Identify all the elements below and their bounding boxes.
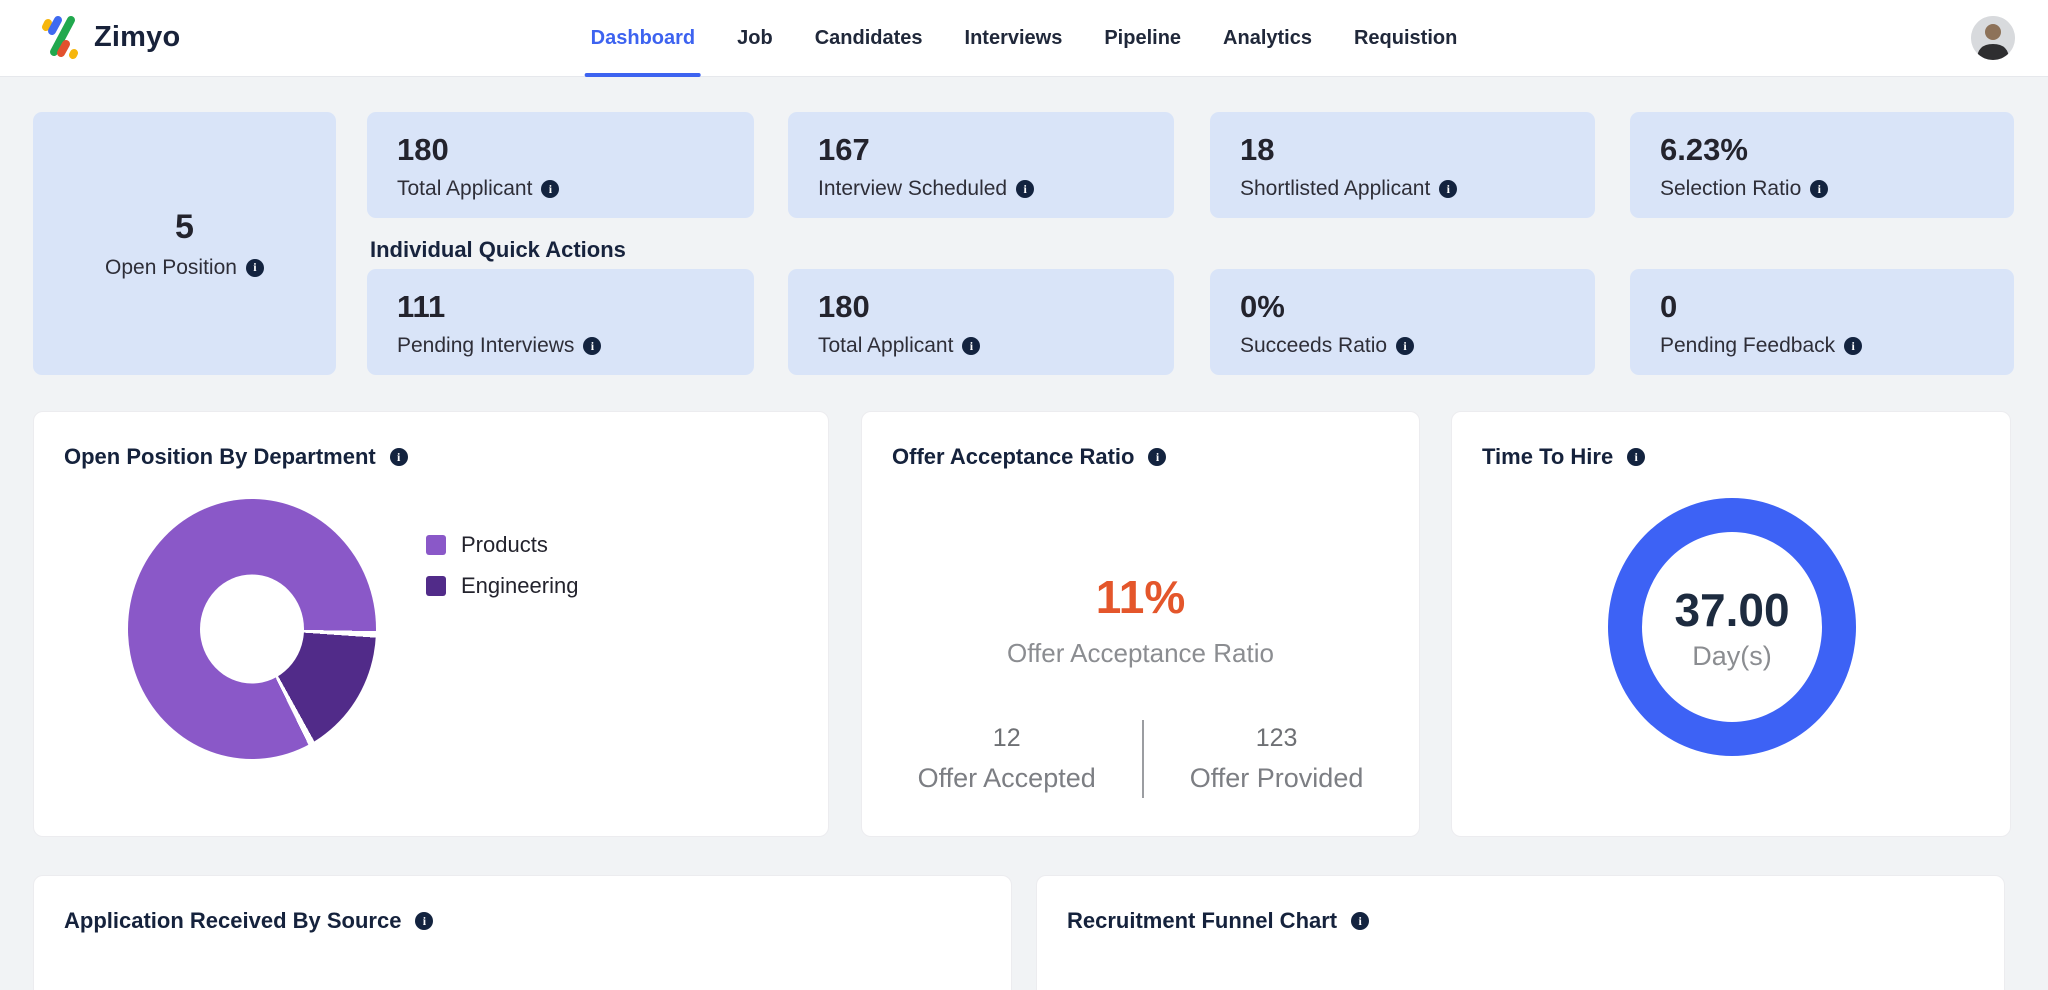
info-icon[interactable]: i <box>1351 912 1370 930</box>
offer-acceptance-sublabel: Offer Acceptance Ratio <box>1007 638 1274 668</box>
offer-accepted-stat: 12 Offer Accepted <box>918 724 1096 794</box>
offer-accepted-value: 12 <box>992 724 1021 752</box>
time-to-hire-unit: Day(s) <box>1692 640 1772 671</box>
tab-dashboard[interactable]: Dashboard <box>584 0 702 77</box>
legend-label: Products <box>461 532 548 557</box>
stat-value: 0% <box>1240 289 1285 324</box>
stat-card-succeeds-ratio[interactable]: 0% Succeeds Ratio i <box>1210 269 1595 375</box>
tab-pipeline[interactable]: Pipeline <box>1104 0 1181 77</box>
panel-title: Offer Acceptance Ratio <box>892 444 1135 469</box>
stat-card-total-applicant-2[interactable]: 180 Total Applicant i <box>788 269 1174 375</box>
application-received-by-source-panel: Application Received By Source i <box>33 875 1012 990</box>
stat-label: Shortlisted Applicant <box>1240 177 1431 200</box>
stat-card-interview-scheduled[interactable]: 167 Interview Scheduled i <box>788 112 1174 218</box>
tab-candidates[interactable]: Candidates <box>815 0 923 77</box>
stat-card-selection-ratio[interactable]: 6.23% Selection Ratio i <box>1630 112 2014 218</box>
info-icon[interactable]: i <box>245 258 264 277</box>
stat-label: Total Applicant <box>818 334 954 357</box>
tab-requistion[interactable]: Requistion <box>1354 0 1457 77</box>
offer-provided-value: 123 <box>1255 724 1298 752</box>
info-icon[interactable]: i <box>1810 180 1829 198</box>
open-position-by-department-panel: Open Position By Department i Products E… <box>33 411 829 837</box>
stat-label: Interview Scheduled <box>818 177 1008 200</box>
stat-card-pending-feedback[interactable]: 0 Pending Feedback i <box>1630 269 2014 375</box>
legend-item-products[interactable]: Products <box>426 532 578 558</box>
quick-actions-heading: Individual Quick Actions <box>370 237 626 262</box>
legend-swatch-engineering <box>426 576 446 596</box>
panel-title: Application Received By Source <box>64 908 402 933</box>
offer-accepted-label: Offer Accepted <box>917 763 1096 793</box>
info-icon[interactable]: i <box>1148 448 1167 466</box>
zimyo-logo-icon <box>42 16 78 59</box>
panel-title: Recruitment Funnel Chart <box>1067 908 1338 933</box>
panel-title: Time To Hire <box>1482 444 1614 469</box>
top-navbar: Zimyo Dashboard Job Candidates Interview… <box>0 0 2048 77</box>
stat-label: Pending Interviews <box>397 334 575 357</box>
stat-card-total-applicant[interactable]: 180 Total Applicant i <box>367 112 754 218</box>
stat-label: Open Position <box>105 255 237 279</box>
info-icon[interactable]: i <box>1627 448 1646 466</box>
brand[interactable]: Zimyo <box>40 14 180 60</box>
info-icon[interactable]: i <box>541 180 560 198</box>
info-icon[interactable]: i <box>1439 180 1458 198</box>
info-icon[interactable]: i <box>415 912 434 930</box>
legend-item-engineering[interactable]: Engineering <box>426 573 578 599</box>
info-icon[interactable]: i <box>1844 337 1863 355</box>
user-avatar[interactable] <box>1971 16 2015 60</box>
time-to-hire-value: 37.00 <box>1674 583 1790 636</box>
panel-title: Open Position By Department <box>64 444 376 469</box>
tab-interviews[interactable]: Interviews <box>965 0 1063 77</box>
stat-label: Total Applicant <box>397 177 533 200</box>
stat-label: Selection Ratio <box>1660 177 1802 200</box>
stat-value: 0 <box>1660 289 1678 324</box>
stat-label: Pending Feedback <box>1660 334 1836 357</box>
info-icon[interactable]: i <box>583 337 602 355</box>
tab-job[interactable]: Job <box>737 0 773 77</box>
donut-legend: Products Engineering <box>426 532 578 599</box>
legend-swatch-products <box>426 535 446 555</box>
stat-card-pending-interviews[interactable]: 111 Pending Interviews i <box>367 269 754 375</box>
offer-provided-label: Offer Provided <box>1189 763 1364 793</box>
stat-value: 5 <box>175 207 194 246</box>
stat-value: 111 <box>397 289 446 324</box>
stat-card-shortlisted-applicant[interactable]: 18 Shortlisted Applicant i <box>1210 112 1595 218</box>
info-icon[interactable]: i <box>389 448 408 466</box>
stat-value: 6.23% <box>1660 132 1748 167</box>
avatar-image <box>1971 16 2015 60</box>
recruitment-funnel-chart-panel: Recruitment Funnel Chart i <box>1036 875 2005 990</box>
vertical-divider <box>1141 720 1144 798</box>
time-to-hire-gauge[interactable]: 37.00 Day(s) <box>1608 498 1856 756</box>
info-icon[interactable]: i <box>1016 180 1035 198</box>
offer-acceptance-ratio-panel: Offer Acceptance Ratio i 11% Offer Accep… <box>861 411 1420 837</box>
stat-value: 180 <box>397 132 449 167</box>
stat-card-open-position[interactable]: 5 Open Position i <box>33 112 336 375</box>
stat-value: 180 <box>818 289 870 324</box>
offer-acceptance-percentage: 11% <box>1095 571 1186 623</box>
department-donut-chart[interactable] <box>128 499 376 759</box>
legend-label: Engineering <box>461 573 579 598</box>
tab-analytics[interactable]: Analytics <box>1223 0 1312 77</box>
brand-name: Zimyo <box>94 20 181 53</box>
stat-value: 18 <box>1240 132 1275 167</box>
nav-tabs: Dashboard Job Candidates Interviews Pipe… <box>584 0 1457 77</box>
time-to-hire-panel: Time To Hire i 37.00 Day(s) <box>1451 411 2011 837</box>
stat-label: Succeeds Ratio <box>1240 334 1388 357</box>
stat-value: 167 <box>818 132 870 167</box>
offer-provided-stat: 123 Offer Provided <box>1190 724 1364 794</box>
info-icon[interactable]: i <box>962 337 981 355</box>
info-icon[interactable]: i <box>1396 337 1415 355</box>
dashboard-page: Zimyo Dashboard Job Candidates Interview… <box>0 0 2048 990</box>
